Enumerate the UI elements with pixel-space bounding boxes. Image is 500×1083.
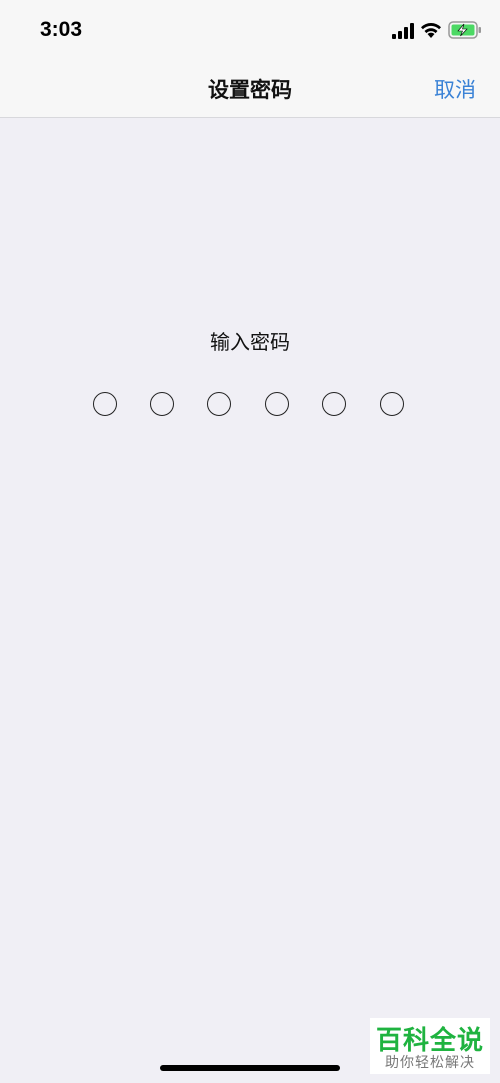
watermark-logo: 百科全说 助你轻松解决 [370, 1018, 490, 1074]
home-indicator[interactable] [160, 1065, 340, 1071]
passcode-dot-1 [93, 392, 117, 416]
passcode-dot-6 [380, 392, 404, 416]
passcode-dot-4 [265, 392, 289, 416]
status-time: 3:03 [40, 18, 83, 41]
passcode-dot-3 [207, 392, 231, 416]
passcode-dot-5 [322, 392, 346, 416]
page-title: 设置密码 [208, 78, 292, 102]
watermark-subtitle: 助你轻松解决 [385, 1055, 475, 1071]
screen: 3:03 设置密码 取消 输入密码 百科全说 助你轻松解决 [0, 0, 500, 1083]
status-bar: 3:03 [0, 0, 500, 60]
passcode-prompt: 输入密码 [210, 330, 290, 354]
passcode-dot-2 [150, 392, 174, 416]
navigation-bar: 设置密码 取消 [0, 60, 500, 118]
passcode-dots[interactable] [93, 392, 413, 418]
battery-charging-icon [448, 21, 481, 39]
cancel-button[interactable]: 取消 [434, 74, 476, 104]
cellular-signal-icon [392, 23, 414, 39]
wifi-icon [421, 22, 441, 38]
